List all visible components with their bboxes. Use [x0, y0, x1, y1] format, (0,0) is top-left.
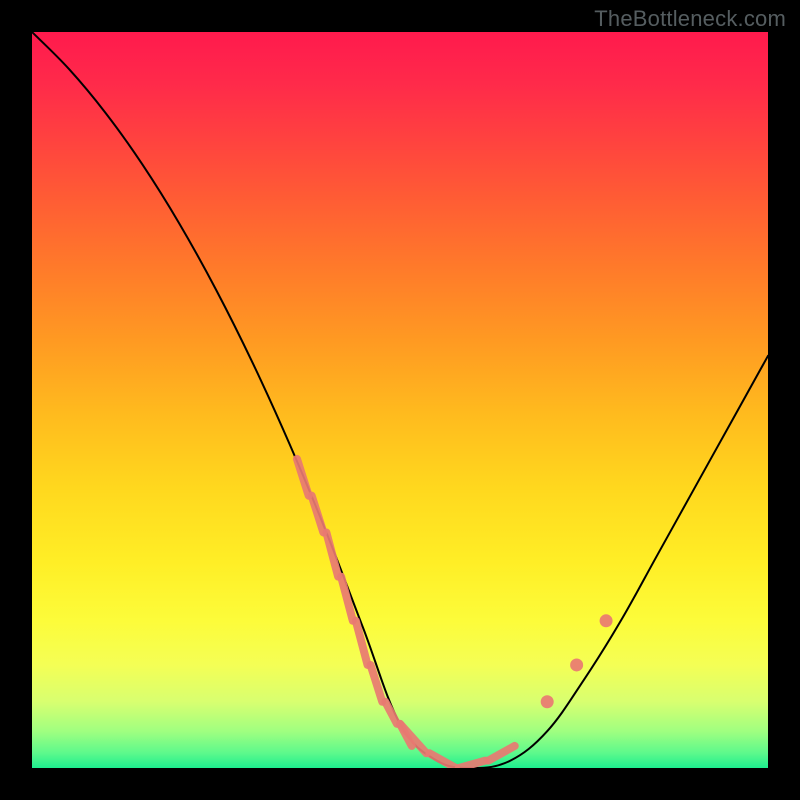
curve-layer	[32, 32, 768, 768]
chart-frame: TheBottleneck.com	[0, 0, 800, 800]
highlight-left-seg	[356, 621, 368, 665]
highlight-bottom-seg	[429, 753, 455, 768]
highlight-left-seg	[371, 665, 383, 702]
highlight-right-point	[570, 658, 583, 671]
highlight-layer	[297, 459, 613, 768]
highlight-right-point	[600, 614, 613, 627]
highlight-left-seg	[341, 577, 353, 621]
plot-area	[32, 32, 768, 768]
highlight-left-seg	[312, 496, 324, 533]
highlight-right-point	[541, 695, 554, 708]
highlight-left-seg	[297, 459, 309, 496]
watermark-text: TheBottleneck.com	[594, 6, 786, 32]
highlight-bottom-seg	[488, 746, 514, 761]
bottleneck-curve	[32, 32, 768, 768]
highlight-left-seg	[385, 702, 397, 724]
highlight-left-seg	[326, 532, 338, 576]
chart-svg	[32, 32, 768, 768]
